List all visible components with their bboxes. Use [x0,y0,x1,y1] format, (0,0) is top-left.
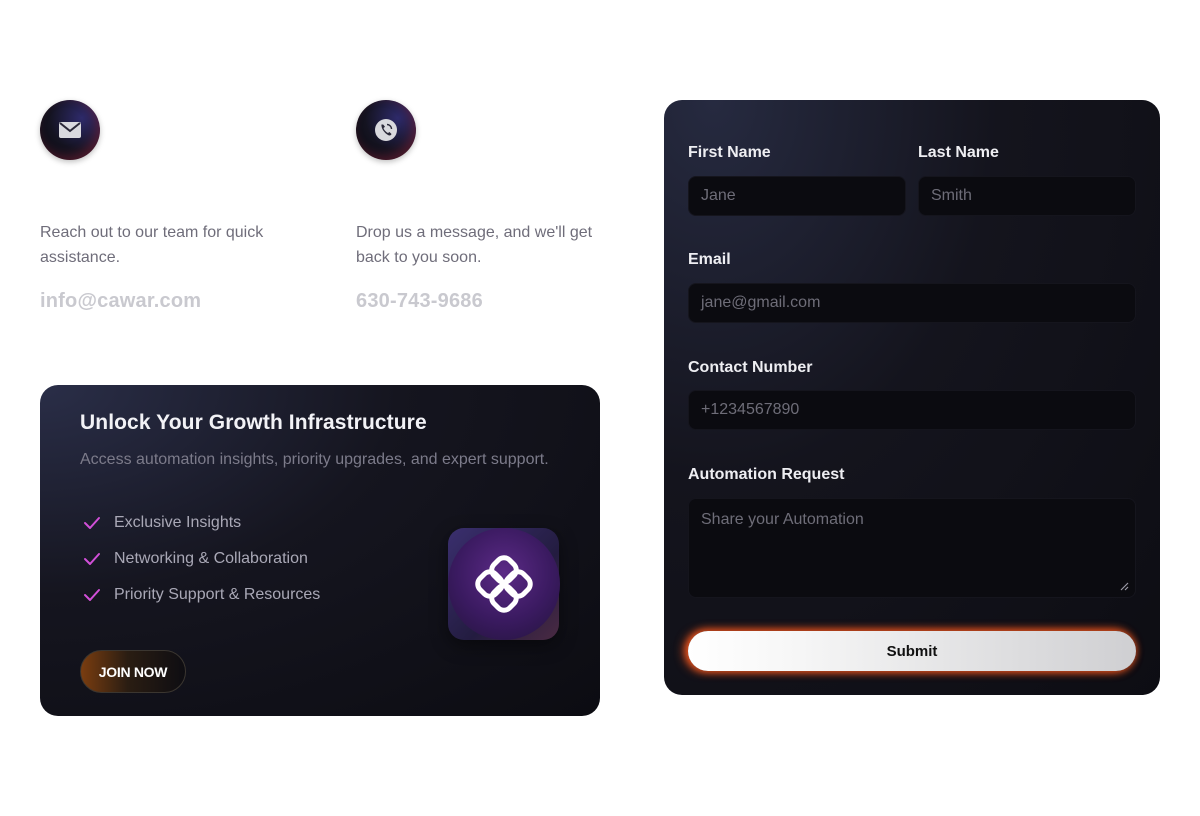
automation-request-label: Automation Request [688,466,845,483]
contact-phone: Drop us a message, and we'll get back to… [356,100,616,313]
automation-request-placeholder: Share your Automation [701,511,864,528]
contact-email-description: Reach out to our team for quick assistan… [40,224,264,266]
phone-icon [356,100,416,160]
last-name-input[interactable]: Smith [918,176,1136,216]
submit-button[interactable]: Submit [688,631,1136,671]
brand-logo-badge [448,528,560,640]
promo-card: Unlock Your Growth Infrastructure Access… [40,385,600,716]
contact-form: First Name Jane Last Name Smith Email ja… [664,100,1160,695]
join-now-button[interactable]: JOIN NOW [80,650,186,693]
automation-request-textarea[interactable]: Share your Automation [688,498,1136,598]
feature-label: Priority Support & Resources [114,586,321,603]
contact-number-input[interactable]: +1234567890 [688,390,1136,430]
envelope-icon [40,100,100,160]
check-icon [84,589,100,601]
brand-logo-icon [448,528,560,640]
promo-title: Unlock Your Growth Infrastructure [80,411,427,434]
promo-subtitle: Access automation insights, priority upg… [80,451,549,468]
feature-label: Exclusive Insights [114,514,242,531]
contact-email-value[interactable]: info@cawar.com [40,290,300,313]
email-label: Email [688,251,731,268]
email-field[interactable]: jane@gmail.com [688,283,1136,323]
contact-email: Reach out to our team for quick assistan… [40,100,300,313]
contact-phone-value[interactable]: 630-743-9686 [356,290,616,313]
check-icon [84,553,100,565]
contact-number-label: Contact Number [688,359,813,376]
contact-phone-description: Drop us a message, and we'll get back to… [356,224,593,266]
feature-label: Networking & Collaboration [114,550,308,567]
first-name-input[interactable]: Jane [688,176,906,216]
resize-grip-icon[interactable] [1119,581,1129,591]
check-icon [84,517,100,529]
first-name-label: First Name [688,144,771,161]
last-name-label: Last Name [918,144,999,161]
